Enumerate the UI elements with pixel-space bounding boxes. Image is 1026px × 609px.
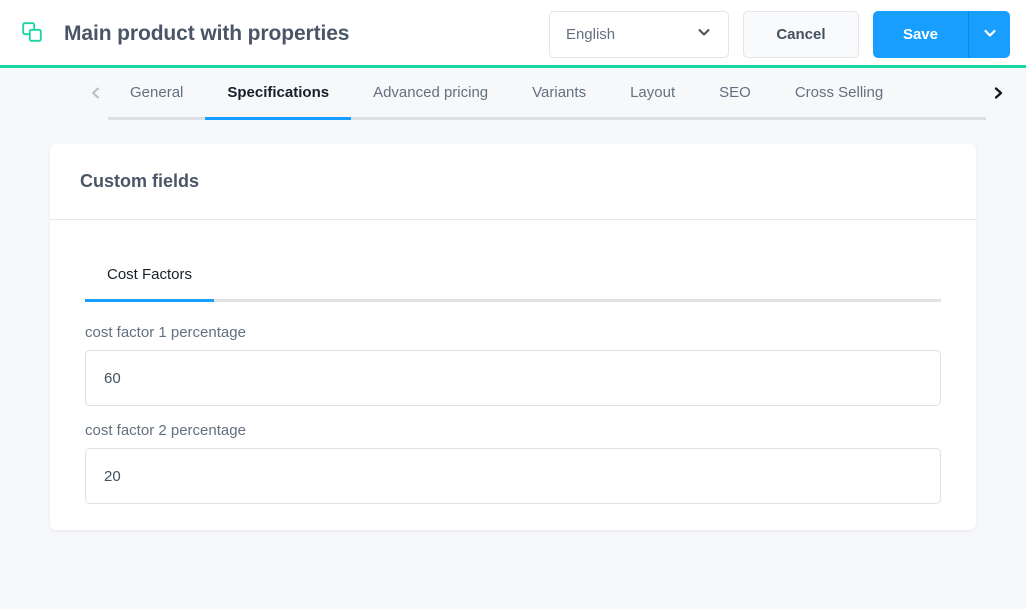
field-cost-factor-2: cost factor 2 percentage <box>85 422 941 504</box>
tab-specifications[interactable]: Specifications <box>205 68 352 120</box>
cancel-button[interactable]: Cancel <box>742 10 859 58</box>
tab-variants[interactable]: Variants <box>510 68 608 120</box>
chevron-left-icon <box>89 86 103 103</box>
field-cost-factor-1: cost factor 1 percentage <box>85 324 941 406</box>
main-content: Custom fields Cost Factors cost factor 1… <box>0 144 1026 530</box>
tab-general[interactable]: General <box>108 68 205 120</box>
cost-factor-2-input[interactable] <box>85 448 941 504</box>
custom-fields-card: Custom fields Cost Factors cost factor 1… <box>50 144 976 530</box>
tab-layout[interactable]: Layout <box>608 68 697 120</box>
tab-scroll-area: General Specifications Advanced pricing … <box>108 68 986 120</box>
inner-tab-cost-factors[interactable]: Cost Factors <box>85 250 215 302</box>
field-label: cost factor 2 percentage <box>85 422 246 439</box>
cost-factor-1-input[interactable] <box>85 350 941 406</box>
language-select[interactable]: English <box>548 10 729 58</box>
language-select-value: English <box>565 25 616 43</box>
page-title: Main product with properties <box>64 22 350 45</box>
chevron-down-icon <box>696 24 712 45</box>
save-dropdown-toggle[interactable] <box>968 10 1010 58</box>
field-label: cost factor 1 percentage <box>85 324 246 341</box>
tab-scroll-next-button[interactable] <box>986 68 1010 120</box>
save-split-button: Save <box>872 10 1010 58</box>
header-icon-wrap <box>0 20 64 49</box>
chevron-right-icon <box>991 86 1005 103</box>
app-header: Main product with properties English Can… <box>0 0 1026 68</box>
header-actions: English Cancel Save <box>548 10 1010 58</box>
tab-advanced-pricing[interactable]: Advanced pricing <box>351 68 510 120</box>
tab-scroll-prev-button[interactable] <box>84 68 108 120</box>
card-title: Custom fields <box>80 171 200 191</box>
tab-bar: General Specifications Advanced pricing … <box>0 68 1026 144</box>
custom-field-set-tabs: Cost Factors <box>85 250 941 302</box>
copy-duplicate-icon <box>20 20 44 49</box>
card-header: Custom fields <box>50 144 976 220</box>
chevron-down-icon <box>982 25 998 44</box>
card-body: Cost Factors cost factor 1 percentage co… <box>50 220 976 530</box>
tab-seo[interactable]: SEO <box>697 68 773 120</box>
save-button[interactable]: Save <box>872 10 968 58</box>
tab-cross-selling[interactable]: Cross Selling <box>773 68 905 120</box>
